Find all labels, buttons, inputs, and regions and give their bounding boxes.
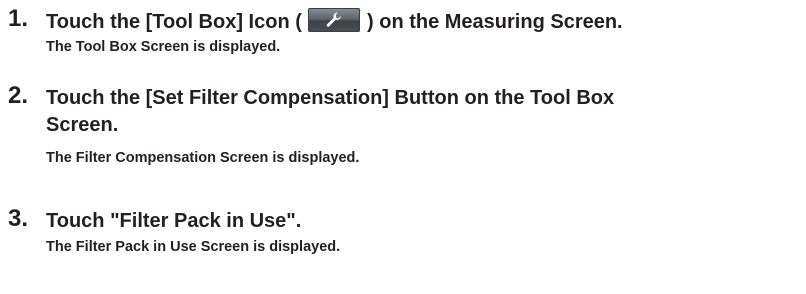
- wrench-icon: [308, 8, 361, 32]
- step-2: 2. Touch the [Set Filter Compensation] B…: [0, 80, 806, 180]
- step-title: Touch "Filter Pack in Use".: [46, 210, 302, 232]
- step-number: 2.: [8, 82, 29, 109]
- step-title-text-after-icon: ) on the Measuring Screen.: [361, 11, 623, 33]
- step-title-text-before-icon: Touch the [Tool Box] Icon (: [46, 11, 308, 33]
- step-title: Touch the [Tool Box] Icon ( ) on the Mea…: [46, 8, 798, 36]
- step-result: The Tool Box Screen is displayed.: [46, 39, 281, 55]
- step-title-line-2: Screen.: [46, 114, 119, 136]
- step-number: 3.: [8, 205, 29, 232]
- step-result: The Filter Pack in Use Screen is display…: [46, 239, 341, 255]
- step-title: Touch the [Set Filter Compensation] Butt…: [46, 85, 798, 139]
- step-3: 3. Touch "Filter Pack in Use". The Filte…: [0, 203, 806, 273]
- step-1: 1. Touch the [Tool Box] Icon ( ) on the …: [0, 5, 806, 65]
- step-number: 1.: [8, 5, 29, 32]
- wrench-glyph: [327, 12, 342, 27]
- step-result: The Filter Compensation Screen is displa…: [46, 150, 360, 166]
- step-title-line-1: Touch the [Set Filter Compensation] Butt…: [46, 87, 615, 109]
